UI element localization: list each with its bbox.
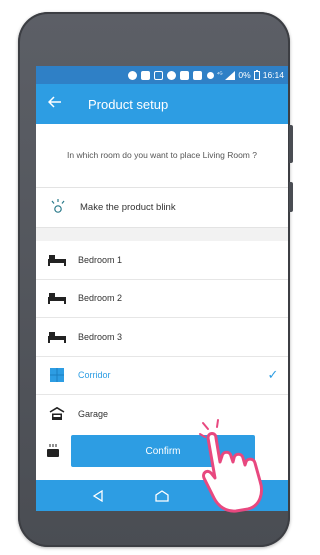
room-item-corridor[interactable]: Corridor ✓ xyxy=(36,357,288,395)
phone-power-button xyxy=(289,182,293,212)
status-right: ⁴ᴳ 0% 16:14 xyxy=(206,70,284,80)
kitchen-icon xyxy=(46,443,60,462)
checkmark-icon: ✓ xyxy=(267,367,279,383)
nav-back-icon[interactable] xyxy=(86,486,110,506)
status-bar: ⁴ᴳ 0% 16:14 xyxy=(36,66,288,84)
tap-hand-icon xyxy=(199,419,263,513)
sync-icon xyxy=(206,71,214,79)
data-icon: ⁴ᴳ xyxy=(216,72,223,78)
room-label: Bedroom 1 xyxy=(78,254,123,265)
notification-icons xyxy=(127,70,202,80)
garage-icon xyxy=(46,406,68,421)
app-bar: Product setup xyxy=(36,84,288,124)
sim-icon xyxy=(153,70,163,80)
room-question: In which room do you want to place Livin… xyxy=(36,124,288,188)
bed-icon xyxy=(46,254,68,266)
section-divider xyxy=(36,228,288,241)
page-title: Product setup xyxy=(88,96,169,112)
message-icon xyxy=(127,70,137,80)
settings-icon xyxy=(166,70,176,80)
room-label: Bedroom 2 xyxy=(78,293,123,304)
blink-product-button[interactable]: Make the product blink xyxy=(36,188,288,228)
blink-label: Make the product blink xyxy=(80,202,176,213)
signal-icon xyxy=(225,70,236,80)
room-label: Bedroom 3 xyxy=(78,331,123,342)
nav-home-icon[interactable] xyxy=(150,486,174,506)
app-icon-2 xyxy=(192,70,202,80)
room-label: Corridor xyxy=(78,370,111,381)
calendar-icon xyxy=(140,70,150,80)
room-item-bedroom-2[interactable]: Bedroom 2 xyxy=(36,280,288,318)
bed-icon xyxy=(46,331,68,343)
room-item-bedroom-1[interactable]: Bedroom 1 xyxy=(36,241,288,280)
light-bulb-icon xyxy=(50,198,72,217)
bed-icon xyxy=(46,292,68,305)
battery-percent: 0% xyxy=(238,70,251,80)
room-list: Bedroom 1 Bedroom 2 Bedroom 3 Corridor ✓ xyxy=(36,241,288,434)
clock: 16:14 xyxy=(262,70,284,80)
corridor-icon xyxy=(46,368,68,383)
app-icon xyxy=(179,70,189,80)
room-item-bedroom-3[interactable]: Bedroom 3 xyxy=(36,318,288,357)
battery-icon xyxy=(253,70,260,80)
phone-volume-button xyxy=(289,125,293,163)
back-arrow-icon[interactable] xyxy=(47,96,70,112)
